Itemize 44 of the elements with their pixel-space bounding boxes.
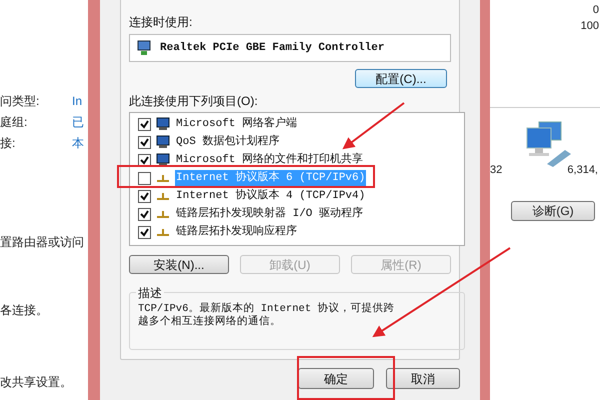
protocol-icon — [156, 210, 170, 218]
list-item[interactable]: Microsoft 网络的文件和打印机共享 — [175, 152, 364, 168]
checkbox[interactable] — [138, 136, 151, 148]
stat-value: 6,314, — [567, 163, 598, 178]
checkbox[interactable] — [138, 154, 151, 166]
protocol-icon — [156, 174, 170, 182]
list-item[interactable]: 链路层拓扑发现映射器 I/O 驱动程序 — [175, 206, 364, 222]
status-text: 置路由器或访问 — [0, 234, 85, 251]
field-value: 本 — [72, 134, 84, 152]
description-text: TCP/IPv6。最新版本的 Internet 协议，可提供跨越多个相互连接网络的通信。 — [138, 303, 396, 329]
checkbox[interactable] — [138, 208, 151, 220]
checkbox[interactable] — [138, 118, 151, 130]
stat-value: 32 — [490, 163, 502, 178]
diagnose-button[interactable]: 诊断(G) — [511, 200, 595, 220]
field-label: 问类型: — [0, 92, 40, 110]
arrow — [342, 102, 405, 150]
cancel-button[interactable]: 取消 — [386, 368, 460, 389]
protocol-icon — [156, 228, 170, 236]
field-value: 已 — [72, 114, 84, 130]
section-label: 连接时使用: — [129, 14, 194, 31]
ok-button[interactable]: 确定 — [298, 368, 374, 389]
stat-value: 100 — [580, 19, 599, 34]
computer-icon — [156, 117, 170, 131]
action-button[interactable]: 安装(N)... — [129, 255, 229, 274]
stat-value: 0 — [592, 3, 599, 18]
status-text: 改共享设置。 — [0, 374, 73, 391]
field-value: In — [72, 92, 82, 110]
status-text: 各连接。 — [0, 302, 49, 319]
group-title: 描述 — [136, 284, 164, 302]
list-item[interactable]: Internet 协议版本 4 (TCP/IPv4) — [175, 188, 366, 204]
section-label: 此连接使用下列项目(O): — [129, 93, 259, 110]
computer-icon — [156, 153, 170, 167]
adapter-name: Realtek PCIe GBE Family Controller — [160, 40, 384, 56]
checkbox[interactable] — [138, 226, 151, 238]
list-item[interactable]: Microsoft 网络客户端 — [175, 116, 298, 132]
protocol-icon — [156, 192, 170, 200]
checkbox[interactable] — [138, 190, 151, 202]
computer-icon — [156, 135, 170, 149]
field-label: 庭组: — [0, 114, 28, 130]
list-item[interactable]: 链路层拓扑发现响应程序 — [175, 224, 298, 240]
checkbox[interactable] — [138, 172, 151, 184]
configure-button[interactable]: 配置(C)... — [355, 69, 447, 88]
list-item[interactable]: QoS 数据包计划程序 — [175, 134, 280, 150]
field-label: 接: — [0, 134, 16, 152]
